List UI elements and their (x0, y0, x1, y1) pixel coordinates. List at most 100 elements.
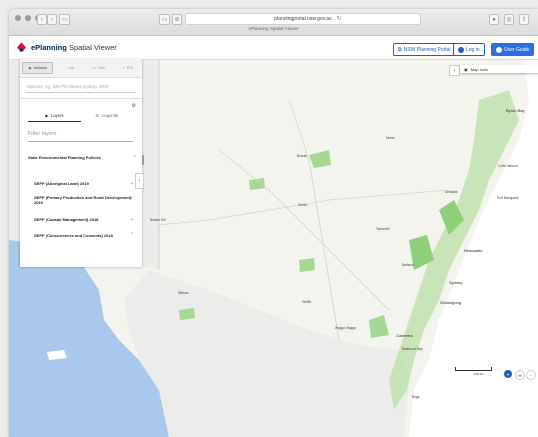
place-label: Moree (386, 136, 396, 140)
place-label: Bathurst (402, 263, 414, 267)
privacy-icon[interactable]: ◎ (504, 14, 514, 25)
place-label: Armidale (445, 190, 458, 194)
layer-item-label: SEPP (Coastal Management) 2018 (34, 217, 99, 222)
login-button[interactable]: Log in (453, 43, 485, 56)
layer-item[interactable]: SEPP (Concurrences and Consents) 2018 ⌃ (34, 233, 134, 239)
nsw-planning-portal-button[interactable]: ⧉ NSW Planning Portal (393, 43, 456, 56)
tab-layers[interactable]: ◆ Layers (28, 109, 81, 122)
filter-layers-input[interactable]: Filter layers (28, 131, 133, 142)
app-header: ePlanning Spatial Viewer ⧉ NSW Planning … (9, 36, 538, 60)
scale-bar (455, 367, 492, 371)
address-bar[interactable]: planningportal.nsw.gov.au (185, 13, 421, 25)
browser-window: ‹ › ▭ ▭ ⊘ planningportal.nsw.gov.au ↻ ● … (9, 9, 538, 437)
road (288, 99, 340, 341)
chevron-up-icon[interactable]: ⌃ (130, 233, 134, 238)
place-label: Sydney (449, 280, 463, 285)
bushland-patch (179, 308, 195, 320)
search-tab-poi[interactable]: ♀ POI (113, 59, 142, 77)
tabs-overview-icon[interactable]: ▭ (159, 14, 170, 25)
scale-label: 100 km (474, 372, 484, 376)
sidebar-icon[interactable]: ▭ (59, 14, 70, 25)
bushland-patch (249, 178, 265, 190)
layers-panel: ⚙ ◆ Layers ☰ Legends Filter layers State… (20, 98, 144, 267)
search-tab-lga-label: LGA (97, 66, 105, 70)
nsw-planning-portal-label: NSW Planning Portal (403, 46, 451, 53)
collapse-panel-button[interactable]: ‹ (135, 173, 144, 189)
layers-scrollbar[interactable] (142, 155, 144, 165)
legend-icon: ☰ (95, 113, 100, 118)
layer-group-sepp[interactable]: State Environmental Planning Policies ⌃ (28, 155, 137, 161)
map-tools-label: Map tools (470, 66, 489, 72)
place-label: Wagga Wagga (335, 326, 356, 330)
user-guide-button[interactable]: User Guide (491, 43, 535, 56)
forward-icon[interactable]: › (47, 14, 57, 25)
road (218, 149, 390, 311)
chevron-down-icon[interactable]: ⌄ (130, 195, 134, 200)
chevron-down-icon[interactable]: ⌄ (130, 217, 134, 222)
place-label: Canberra (396, 333, 413, 338)
share-map-icon[interactable]: ≪ (515, 370, 525, 380)
external-link-icon: ⧉ (398, 46, 402, 53)
layer-item[interactable]: SEPP (Aboriginal Land) 2019 ⌄ (34, 181, 134, 187)
place-label: Broken Hill (150, 218, 166, 222)
place-label: Tamworth (376, 227, 390, 231)
locate-me-icon[interactable]: ⌖ (504, 370, 512, 378)
lot-icon: ⁝ (65, 66, 67, 70)
search-tabs: ◉ Address ⁝ Lot ▭ LGA ♀ POI (20, 59, 142, 78)
app-title-bold: ePlanning (31, 43, 67, 52)
info-icon (496, 46, 502, 53)
user-guide-label: User Guide (504, 46, 530, 53)
layers-icon: ◆ (44, 112, 49, 118)
shield-icon[interactable]: ⊘ (172, 14, 182, 25)
place-label: Dubbo (298, 203, 308, 207)
place-label: Port Macquarie (497, 196, 519, 200)
chevron-up-icon[interactable]: ⌃ (133, 155, 137, 161)
tab-legends[interactable]: ☰ Legends (81, 109, 134, 122)
search-tab-lga[interactable]: ▭ LGA (84, 59, 113, 77)
place-label: Batemans Bay (402, 347, 423, 351)
minimize-window-icon[interactable] (25, 15, 31, 21)
close-window-icon[interactable] (15, 15, 21, 21)
place-label: Byron Bay (506, 108, 525, 113)
user-icon (458, 46, 464, 53)
neighbouring-state-south (124, 270, 409, 437)
bushland-patch (369, 315, 389, 338)
road (158, 189, 450, 226)
place-label: Mildura (178, 291, 189, 295)
place-label: Wollongong (440, 300, 462, 305)
lga-icon: ▭ (92, 66, 96, 70)
location-icon: ◉ (28, 66, 32, 70)
search-tab-poi-label: POI (126, 66, 133, 70)
place-label: Griffith (302, 300, 312, 304)
place-label: Bourke (297, 154, 308, 158)
layer-item-label: SEPP (Concurrences and Consents) 2018 (34, 233, 113, 238)
app-title-rest: Spatial Viewer (68, 43, 117, 52)
app-title: ePlanning Spatial Viewer (31, 43, 117, 52)
nsw-waratah-logo-icon (17, 42, 26, 52)
map-tools-collapse-button[interactable]: › (449, 65, 460, 76)
place-label: Newcastle (464, 248, 483, 253)
layer-item-label: SEPP (Primary Production and Rural Devel… (34, 195, 132, 205)
place-label: Coffs Harbour (498, 164, 518, 168)
address-search-input[interactable]: Address, eg. 320 Pitt Street Sydney 2000 (26, 81, 136, 93)
login-label: Log in (466, 46, 480, 53)
layer-item[interactable]: SEPP (Primary Production and Rural Devel… (34, 195, 134, 206)
back-icon[interactable]: ‹ (37, 14, 47, 25)
map-tools-bar[interactable]: ▣ Map tools (460, 65, 538, 73)
layers-tabs: ◆ Layers ☰ Legends (28, 109, 133, 122)
search-tab-lot-label: Lot (68, 66, 74, 70)
extension-icon[interactable]: ● (489, 14, 499, 25)
zoom-out-icon[interactable]: − (526, 370, 536, 380)
browser-tab-title[interactable]: ePlanning Spatial Viewer (9, 26, 538, 31)
chevron-down-icon[interactable]: ⌄ (130, 181, 134, 186)
layer-item-label: SEPP (Aboriginal Land) 2019 (34, 181, 89, 186)
map-tools-icon: ▣ (464, 66, 468, 72)
search-tab-address[interactable]: ◉ Address (22, 62, 53, 74)
layer-group-title: State Environmental Planning Policies (28, 155, 101, 160)
bushland-patch (309, 150, 331, 168)
search-tab-lot[interactable]: ⁝ Lot (55, 59, 84, 77)
share-icon[interactable]: ⇪ (519, 14, 529, 25)
search-tab-address-label: Address (33, 66, 47, 70)
layer-item[interactable]: SEPP (Coastal Management) 2018 ⌄ (34, 217, 134, 223)
tab-layers-label: Layers (51, 112, 64, 118)
